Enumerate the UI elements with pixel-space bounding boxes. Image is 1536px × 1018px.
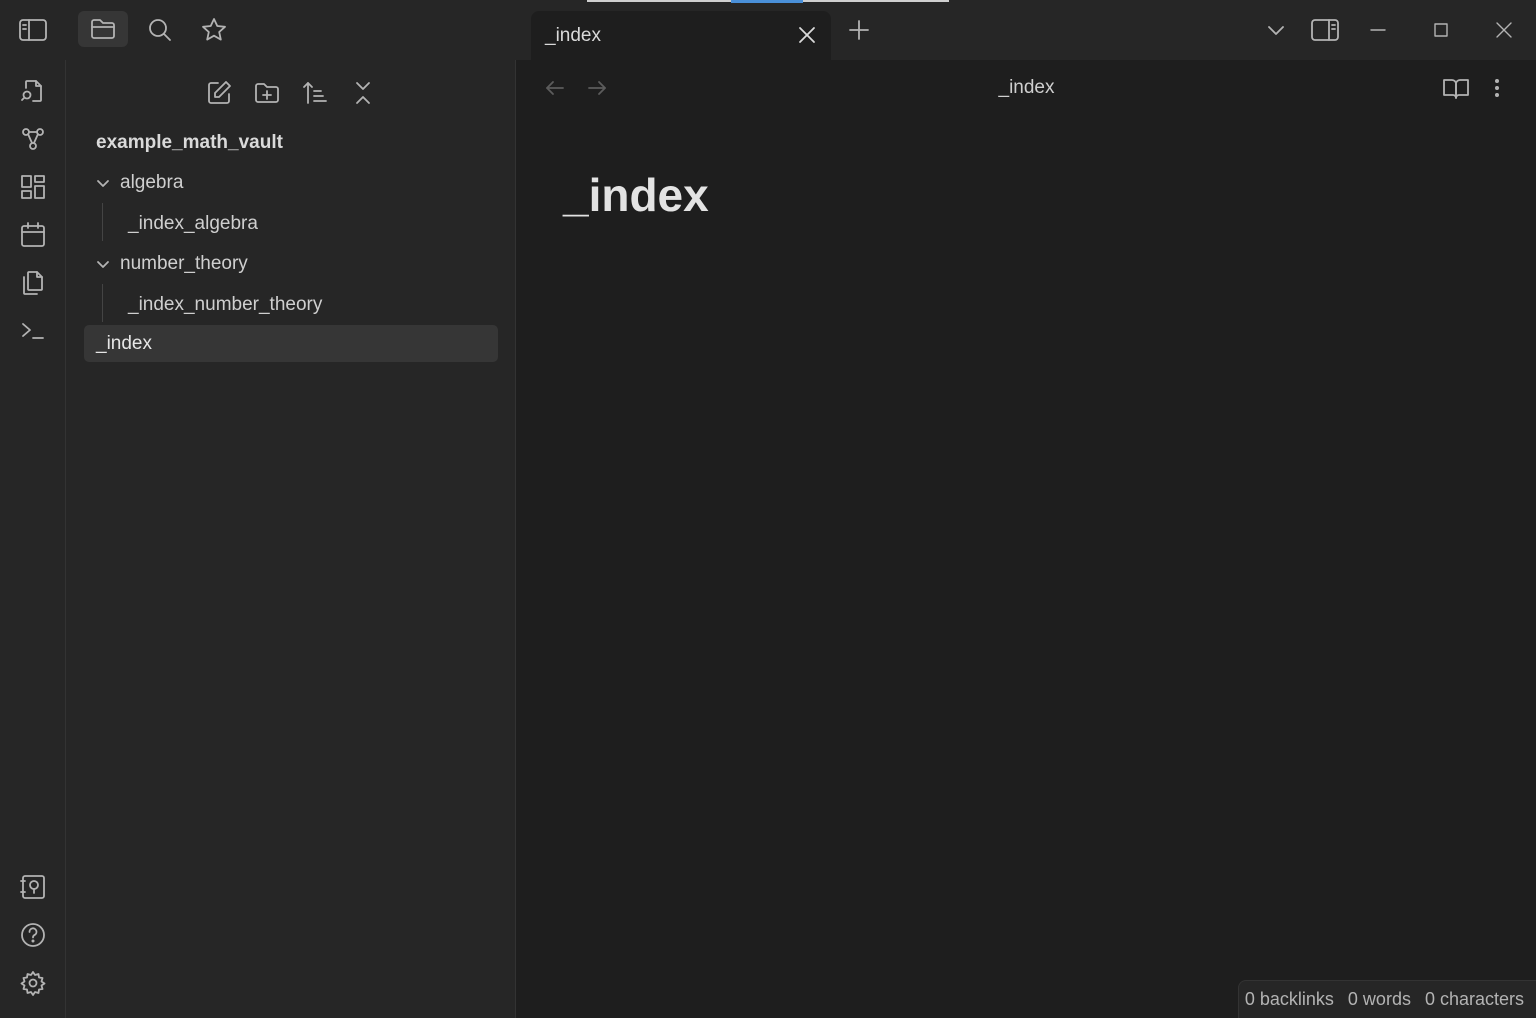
file-label: _index_number_theory	[128, 293, 323, 315]
indent-guide	[102, 284, 103, 322]
character-count: 0 characters	[1424, 989, 1524, 1009]
file-search-icon	[21, 80, 42, 102]
close-window-button[interactable]	[1484, 12, 1524, 48]
folder-label: number_theory	[120, 252, 248, 274]
folder-icon	[91, 19, 115, 39]
graph-view-button[interactable]	[20, 126, 46, 152]
change-sort-order-button[interactable]	[298, 76, 332, 110]
chevron-down-icon	[1268, 26, 1284, 35]
toggle-left-sidebar-button[interactable]	[13, 12, 53, 48]
search-tab-button[interactable]	[140, 12, 180, 48]
search-icon	[149, 19, 171, 41]
star-icon	[202, 18, 226, 41]
new-tab-button[interactable]	[845, 16, 873, 44]
tab-close-button[interactable]	[795, 23, 819, 47]
vault-icon	[20, 875, 45, 899]
file-index-number-theory[interactable]: _index_number_theory	[128, 286, 322, 323]
chevron-down-icon	[94, 174, 112, 192]
drag-indicator-accent	[731, 0, 803, 3]
daily-note-button[interactable]	[20, 222, 46, 248]
edit-icon	[208, 81, 231, 104]
maximize-icon	[1434, 23, 1448, 37]
command-palette-button[interactable]	[20, 318, 46, 344]
close-window-icon	[1496, 22, 1512, 38]
sidebar-left-icon	[19, 19, 47, 41]
indent-guide	[102, 203, 103, 241]
toggle-right-sidebar-button[interactable]	[1305, 12, 1345, 48]
file-explorer-actions	[66, 76, 516, 110]
file-index-algebra[interactable]: _index_algebra	[128, 205, 258, 242]
settings-button[interactable]	[20, 970, 46, 996]
folder-plus-icon	[255, 83, 279, 103]
terminal-icon	[22, 323, 44, 339]
close-icon	[799, 27, 815, 43]
maximize-button[interactable]	[1421, 12, 1461, 48]
file-label: _index	[96, 332, 152, 354]
note-heading[interactable]: _index	[563, 168, 709, 222]
calendar-icon	[21, 222, 45, 247]
more-vertical-icon	[1495, 79, 1499, 97]
status-bar: 0 backlinks 0 words 0 characters	[1238, 980, 1536, 1018]
word-count: 0 words	[1347, 989, 1411, 1009]
new-folder-button[interactable]	[250, 76, 284, 110]
collapse-all-button[interactable]	[346, 76, 380, 110]
plus-icon	[849, 20, 869, 40]
files-tab-button[interactable]	[78, 11, 128, 47]
file-index[interactable]: _index	[84, 325, 498, 362]
tab-title: _index	[545, 25, 601, 46]
layout-dashboard-icon	[21, 175, 45, 199]
backlinks-count[interactable]: 0 backlinks	[1245, 989, 1334, 1010]
sort-ascending-icon	[303, 82, 327, 104]
new-note-button[interactable]	[202, 76, 236, 110]
sidebar-right-icon	[1311, 19, 1339, 41]
graph-icon	[22, 128, 44, 150]
templates-button[interactable]	[20, 270, 46, 296]
folder-algebra[interactable]: algebra	[94, 164, 183, 201]
bookmarks-tab-button[interactable]	[194, 12, 234, 48]
tab-list-button[interactable]	[1256, 12, 1296, 48]
chevron-down-icon	[94, 255, 112, 273]
minimize-button[interactable]	[1358, 12, 1398, 48]
reading-view-button[interactable]	[1442, 76, 1470, 100]
file-explorer: example_math_vault algebra _index_algebr…	[66, 60, 516, 1018]
canvas-button[interactable]	[20, 174, 46, 200]
chevrons-collapse-icon	[356, 82, 370, 104]
folder-label: algebra	[120, 171, 184, 193]
folder-number-theory[interactable]: number_theory	[94, 245, 248, 282]
view-header-title[interactable]: _index	[517, 77, 1536, 99]
help-button[interactable]	[20, 922, 46, 948]
book-open-icon	[1443, 79, 1469, 99]
vault-name[interactable]: example_math_vault	[96, 132, 283, 154]
help-icon	[21, 923, 45, 947]
gear-icon	[20, 971, 46, 996]
open-quick-switcher-button[interactable]	[20, 78, 46, 104]
files-icon	[23, 271, 43, 295]
tab-index[interactable]: _index	[531, 11, 831, 60]
ribbon	[0, 60, 66, 1018]
title-bar: _index	[0, 0, 1536, 60]
open-vault-button[interactable]	[20, 874, 46, 900]
view-header: _index	[517, 60, 1536, 116]
more-options-button[interactable]	[1485, 76, 1509, 100]
file-label: _index_algebra	[128, 212, 258, 234]
minimize-icon	[1370, 29, 1386, 31]
